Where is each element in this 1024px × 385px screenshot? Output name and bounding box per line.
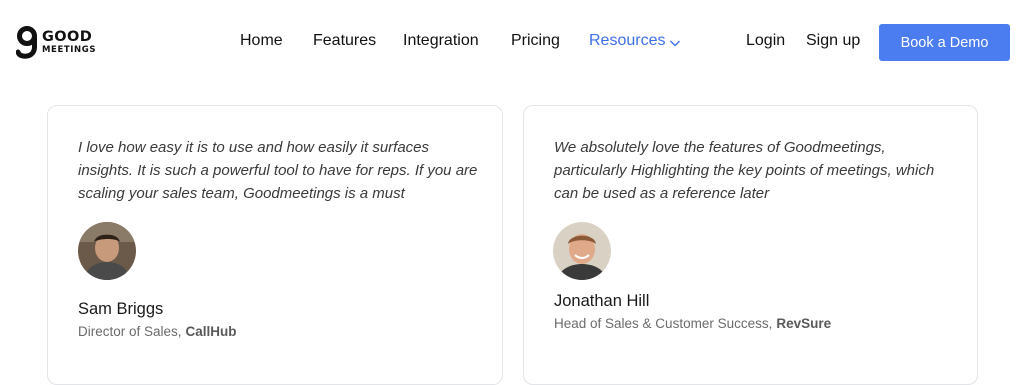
book-demo-button[interactable]: Book a Demo bbox=[879, 24, 1010, 61]
login-link[interactable]: Login bbox=[746, 32, 785, 50]
testimonial-quote: I love how easy it is to use and how eas… bbox=[78, 139, 478, 202]
person-role: Head of Sales & Customer Success, RevSure bbox=[554, 316, 831, 331]
testimonial-quote: We absolutely love the features of Goodm… bbox=[554, 139, 935, 202]
nav-home[interactable]: Home bbox=[240, 32, 283, 50]
chevron-down-icon[interactable] bbox=[669, 35, 681, 47]
nav-integration[interactable]: Integration bbox=[403, 32, 479, 50]
testimonial-card: We absolutely love the features of Goodm… bbox=[523, 105, 978, 385]
nav-pricing[interactable]: Pricing bbox=[511, 32, 560, 50]
testimonial-card: I love how easy it is to use and how eas… bbox=[47, 105, 503, 385]
top-navbar: GOOD MEETINGS Home Features Integration … bbox=[0, 0, 1024, 84]
person-role: Director of Sales, CallHub bbox=[78, 324, 237, 339]
person-company: RevSure bbox=[776, 316, 832, 331]
person-name: Sam Briggs bbox=[78, 300, 164, 318]
avatar bbox=[78, 222, 136, 280]
goodmeetings-logo[interactable]: GOOD MEETINGS bbox=[15, 24, 96, 60]
person-company: CallHub bbox=[185, 324, 237, 339]
logo-line-2: MEETINGS bbox=[42, 44, 97, 55]
person-title: Director of Sales, bbox=[78, 324, 182, 339]
logo-wordmark: GOOD MEETINGS bbox=[42, 30, 96, 54]
signup-link[interactable]: Sign up bbox=[806, 32, 860, 50]
avatar bbox=[553, 222, 611, 280]
nav-features[interactable]: Features bbox=[313, 32, 376, 50]
person-title: Head of Sales & Customer Success, bbox=[554, 316, 773, 331]
logo-line-1: GOOD bbox=[42, 29, 93, 45]
logo-g-icon bbox=[15, 25, 40, 59]
person-name: Jonathan Hill bbox=[554, 292, 650, 310]
nav-resources[interactable]: Resources bbox=[589, 32, 665, 50]
